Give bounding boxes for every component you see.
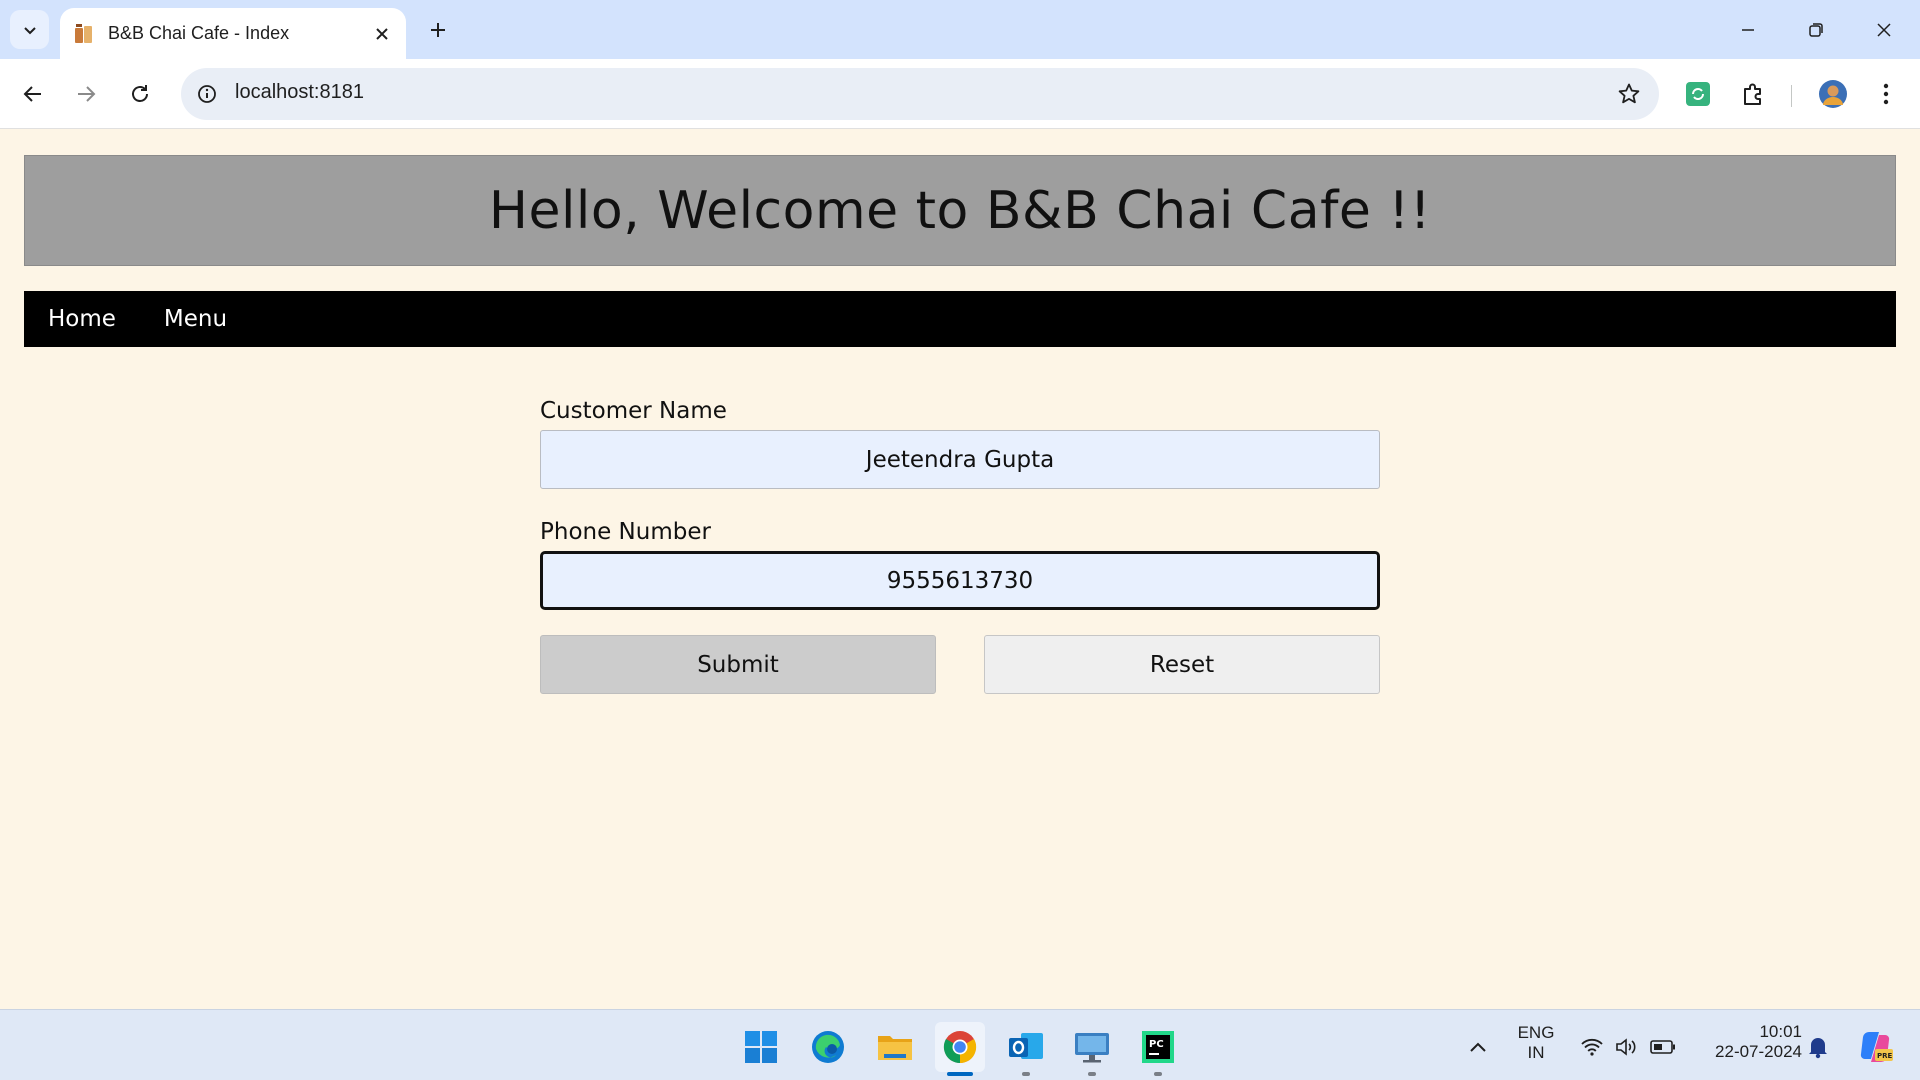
url-text: localhost:8181: [235, 81, 364, 103]
form-buttons: Submit Reset: [540, 635, 1380, 694]
taskbar-pycharm[interactable]: PC: [1133, 1022, 1183, 1076]
address-bar[interactable]: localhost:8181: [181, 68, 1659, 120]
running-indicator: [1088, 1072, 1096, 1076]
language-code: ENG: [1517, 1023, 1555, 1042]
taskbar-outlook[interactable]: [1001, 1022, 1051, 1076]
phone-number-input[interactable]: [540, 551, 1380, 610]
chevron-up-icon: [1470, 1042, 1486, 1052]
chevron-down-icon: [23, 26, 36, 34]
edge-icon: [812, 1031, 844, 1063]
forward-button[interactable]: [66, 74, 106, 114]
top-navigation: Home Menu: [24, 291, 1896, 347]
forward-arrow-icon: [78, 86, 96, 102]
more-vert-icon: [1883, 83, 1889, 105]
extension-sync-button[interactable]: [1678, 74, 1718, 114]
bell-icon: [1809, 1038, 1827, 1059]
taskbar-remote-desktop[interactable]: [1067, 1022, 1117, 1076]
submit-button[interactable]: Submit: [540, 635, 936, 694]
page-title: Hello, Welcome to B&B Chai Cafe !!: [488, 180, 1432, 241]
extension-sync-icon: [1686, 82, 1710, 106]
active-indicator: [947, 1072, 973, 1076]
reload-button[interactable]: [120, 74, 160, 114]
clock[interactable]: 10:01 22-07-2024: [1690, 1022, 1802, 1062]
toolbar-separator: [1791, 85, 1792, 107]
outlook-icon: [1009, 1033, 1043, 1059]
customer-name-input[interactable]: [540, 430, 1380, 489]
copilot-button[interactable]: PRE: [1856, 1028, 1894, 1066]
pycharm-icon: PC: [1142, 1031, 1174, 1063]
profile-button[interactable]: [1813, 74, 1853, 114]
windows-start-icon: [745, 1031, 777, 1063]
star-icon: [1618, 83, 1640, 104]
browser-tabstrip: B&B Chai Cafe - Index: [0, 0, 1920, 59]
taskbar-edge[interactable]: [803, 1022, 853, 1072]
battery-icon: [1650, 1040, 1675, 1054]
tab-search-button[interactable]: [10, 10, 49, 49]
region-code: IN: [1527, 1043, 1545, 1062]
customer-form: Customer Name Phone Number Submit Reset: [540, 398, 1380, 694]
profile-avatar-icon: [1819, 80, 1847, 108]
notifications-button[interactable]: [1803, 1032, 1833, 1062]
nav-link-menu[interactable]: Menu: [140, 291, 251, 347]
show-hidden-icons-button[interactable]: [1463, 1032, 1493, 1062]
browser-menu-button[interactable]: [1866, 74, 1906, 114]
close-window-icon: [1877, 23, 1891, 37]
remote-desktop-icon: [1075, 1033, 1109, 1063]
battery-status[interactable]: [1648, 1032, 1678, 1062]
header-banner: Hello, Welcome to B&B Chai Cafe !!: [24, 155, 1896, 266]
browser-toolbar: localhost:8181: [0, 59, 1920, 129]
running-indicator: [1022, 1072, 1030, 1076]
clock-time: 10:01: [1759, 1022, 1802, 1041]
reset-button[interactable]: Reset: [984, 635, 1380, 694]
running-indicator: [1154, 1072, 1162, 1076]
tab-title: B&B Chai Cafe - Index: [108, 23, 290, 43]
page-viewport: Hello, Welcome to B&B Chai Cafe !! Home …: [0, 130, 1920, 1009]
phone-number-label: Phone Number: [540, 519, 711, 545]
start-button[interactable]: [736, 1022, 786, 1072]
close-icon: [376, 27, 388, 40]
reload-icon: [132, 85, 148, 102]
copilot-icon: PRE: [1860, 1031, 1893, 1063]
back-button[interactable]: [13, 74, 53, 114]
taskbar-file-explorer[interactable]: [870, 1022, 920, 1072]
back-arrow-icon: [23, 86, 41, 102]
restore-icon: [1809, 23, 1823, 37]
wifi-status[interactable]: [1577, 1032, 1607, 1062]
nav-link-home[interactable]: Home: [24, 291, 140, 347]
bookmark-button[interactable]: [1613, 78, 1645, 110]
site-info-button[interactable]: [191, 78, 223, 110]
svg-text:PC: PC: [1149, 1039, 1164, 1050]
field-spacer: [540, 489, 1380, 519]
info-icon: [198, 85, 216, 103]
volume-status[interactable]: [1612, 1032, 1642, 1062]
minimize-icon: [1742, 29, 1754, 31]
taskbar-chrome[interactable]: [935, 1022, 985, 1076]
windows-taskbar: PC ENG IN 10:01 22-07-2024 PRE: [0, 1009, 1920, 1080]
svg-text:PRE: PRE: [1877, 1052, 1893, 1060]
close-tab-button[interactable]: [368, 20, 396, 48]
browser-tab[interactable]: B&B Chai Cafe - Index: [60, 8, 406, 59]
minimize-button[interactable]: [1726, 8, 1770, 52]
wifi-icon: [1581, 1038, 1603, 1056]
cafe-favicon-icon: [75, 23, 92, 43]
clock-date: 22-07-2024: [1715, 1042, 1802, 1061]
customer-name-label: Customer Name: [540, 398, 727, 424]
chrome-icon: [943, 1031, 977, 1064]
new-tab-button[interactable]: [422, 14, 454, 46]
speaker-icon: [1616, 1038, 1636, 1056]
extensions-button[interactable]: [1733, 74, 1773, 114]
puzzle-icon: [1744, 83, 1761, 105]
language-indicator[interactable]: ENG IN: [1508, 1023, 1564, 1063]
restore-button[interactable]: [1794, 8, 1838, 52]
close-window-button[interactable]: [1862, 8, 1906, 52]
file-explorer-icon: [878, 1036, 912, 1060]
plus-icon: [431, 23, 445, 37]
